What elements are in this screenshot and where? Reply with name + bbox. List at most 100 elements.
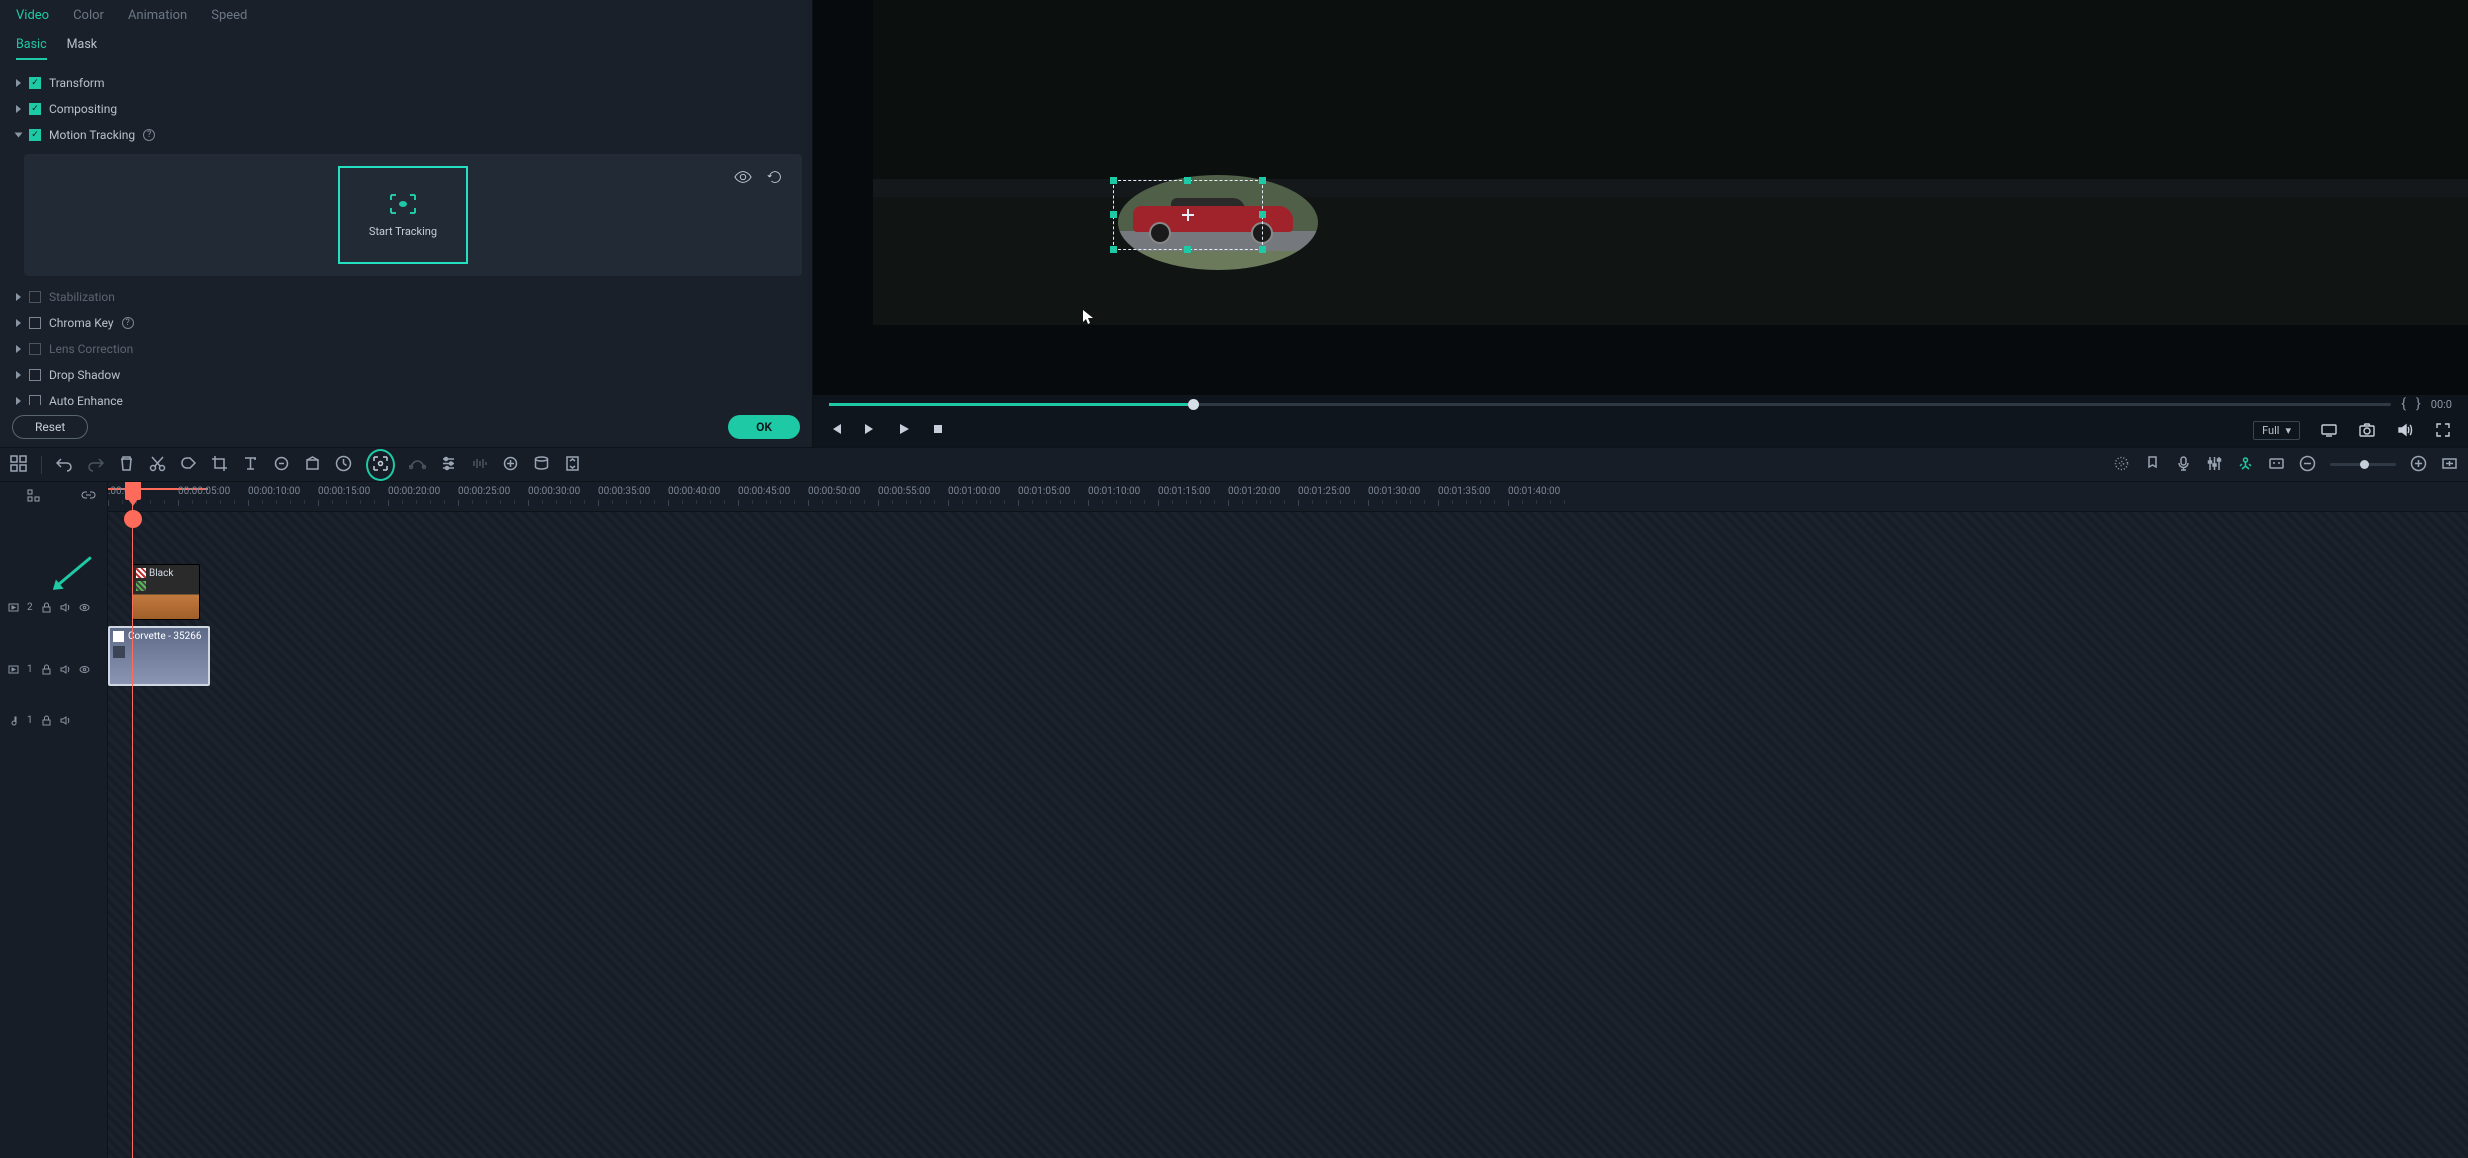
mark-in-brace[interactable]: { (2401, 396, 2406, 412)
marker-icon[interactable] (2144, 455, 2161, 475)
clip-corvette[interactable]: Corvette - 35266 (108, 626, 210, 686)
mute-icon[interactable] (60, 602, 71, 613)
auto-enhance-checkbox[interactable] (29, 395, 41, 405)
clip-black[interactable]: Black (132, 564, 200, 620)
resize-handle-n[interactable] (1184, 177, 1191, 184)
chroma-key-checkbox[interactable] (29, 317, 41, 329)
arrange-icon[interactable] (10, 455, 27, 475)
stop-button[interactable] (931, 422, 945, 439)
section-auto-enhance[interactable]: Auto Enhance (16, 388, 802, 405)
section-transform[interactable]: ✓ Transform (16, 70, 802, 96)
stabilization-checkbox[interactable] (29, 291, 41, 303)
text-icon[interactable] (242, 455, 259, 475)
voice-icon[interactable] (2175, 455, 2192, 475)
resize-handle-w[interactable] (1110, 211, 1117, 218)
visibility-icon[interactable] (79, 664, 90, 675)
audio-sync-icon[interactable] (471, 455, 488, 475)
visibility-icon[interactable] (79, 602, 90, 613)
reset-button[interactable]: Reset (12, 415, 88, 439)
resize-handle-ne[interactable] (1259, 177, 1266, 184)
adjust-icon[interactable] (440, 455, 457, 475)
resize-handle-se[interactable] (1259, 246, 1266, 253)
reset-tracking-icon[interactable] (766, 168, 784, 189)
zoom-in-icon[interactable] (2410, 455, 2427, 475)
resize-handle-s[interactable] (1184, 246, 1191, 253)
section-lens-correction[interactable]: Lens Correction (16, 336, 802, 362)
tab-video[interactable]: Video (16, 8, 49, 23)
zoom-thumb[interactable] (2360, 460, 2369, 469)
transform-checkbox[interactable]: ✓ (29, 77, 41, 89)
timeline-canvas[interactable]: :00:0000:00:05:0000:00:10:0000:00:15:000… (108, 482, 2468, 1158)
playhead-line[interactable] (132, 482, 133, 1158)
tracks-area[interactable]: Black Corvette - 35266 (108, 512, 2468, 1158)
tab-color[interactable]: Color (73, 8, 104, 23)
track-header-v1[interactable]: 1 (0, 638, 107, 700)
timeline-ruler[interactable]: :00:0000:00:05:0000:00:10:0000:00:15:000… (108, 482, 2468, 512)
preview-viewport[interactable] (813, 0, 2468, 395)
lens-correction-checkbox[interactable] (29, 343, 41, 355)
section-stabilization[interactable]: Stabilization (16, 284, 802, 310)
playhead-grip[interactable] (124, 510, 142, 528)
zoom-fit-icon[interactable] (2441, 455, 2458, 475)
help-icon[interactable]: ? (143, 129, 155, 141)
speed-icon[interactable] (335, 455, 352, 475)
label-icon[interactable] (180, 455, 197, 475)
quality-dropdown[interactable]: Full ▾ (2253, 421, 2300, 440)
tracking-rectangle[interactable] (1113, 180, 1263, 250)
resize-handle-sw[interactable] (1110, 246, 1117, 253)
expand-icon[interactable] (564, 455, 581, 475)
mark-out-brace[interactable]: } (2416, 396, 2421, 412)
cut-icon[interactable] (149, 455, 166, 475)
compositing-checkbox[interactable]: ✓ (29, 103, 41, 115)
resize-handle-e[interactable] (1259, 211, 1266, 218)
lock-icon[interactable] (41, 664, 52, 675)
scrub-thumb[interactable] (1188, 399, 1199, 410)
delete-icon[interactable] (118, 455, 135, 475)
link-icon[interactable] (81, 488, 96, 506)
snapshot-icon[interactable] (2358, 421, 2376, 439)
step-forward-button[interactable] (863, 422, 877, 439)
volume-icon[interactable] (2396, 421, 2414, 439)
lock-icon[interactable] (41, 602, 52, 613)
tab-animation[interactable]: Animation (128, 8, 187, 23)
link-clip-icon[interactable] (273, 455, 290, 475)
ok-button[interactable]: OK (728, 415, 800, 439)
caption-icon[interactable] (2268, 455, 2285, 475)
section-compositing[interactable]: ✓ Compositing (16, 96, 802, 122)
fullscreen-icon[interactable] (2434, 421, 2452, 439)
start-tracking-button[interactable]: Start Tracking (338, 166, 468, 264)
lock-icon[interactable] (41, 715, 52, 726)
color-match-icon[interactable] (304, 455, 321, 475)
play-button[interactable] (897, 422, 911, 439)
effects-icon[interactable] (2113, 455, 2130, 475)
redo-icon[interactable] (87, 455, 104, 475)
audio-mixer-icon[interactable] (2206, 455, 2223, 475)
help-icon[interactable]: ? (122, 317, 134, 329)
zoom-out-icon[interactable] (2299, 455, 2316, 475)
drop-shadow-checkbox[interactable] (29, 369, 41, 381)
display-mode-icon[interactable] (2320, 421, 2338, 439)
mute-icon[interactable] (60, 715, 71, 726)
zoom-slider[interactable] (2330, 463, 2396, 466)
undo-icon[interactable] (56, 455, 73, 475)
preview-tracking-icon[interactable] (734, 168, 752, 189)
subtab-basic[interactable]: Basic (16, 37, 47, 60)
section-drop-shadow[interactable]: Drop Shadow (16, 362, 802, 388)
tracking-center-cross[interactable] (1182, 209, 1194, 221)
mute-icon[interactable] (60, 664, 71, 675)
add-marker-icon[interactable] (502, 455, 519, 475)
step-back-button[interactable] (829, 422, 843, 439)
auto-ripple-icon[interactable] (2237, 455, 2254, 475)
resize-handle-nw[interactable] (1110, 177, 1117, 184)
snapping-icon[interactable] (26, 488, 41, 506)
motion-tracking-checkbox[interactable]: ✓ (29, 129, 41, 141)
playhead-flag[interactable] (125, 482, 141, 500)
keyframe-path-icon[interactable] (409, 455, 426, 475)
track-header-a1[interactable]: 1 (0, 700, 107, 740)
render-icon[interactable] (533, 455, 550, 475)
motion-tracking-tool-icon[interactable] (366, 449, 395, 481)
section-motion-tracking[interactable]: ✓ Motion Tracking ? (16, 122, 802, 148)
crop-icon[interactable] (211, 455, 228, 475)
section-chroma-key[interactable]: Chroma Key ? (16, 310, 802, 336)
subtab-mask[interactable]: Mask (67, 37, 98, 60)
